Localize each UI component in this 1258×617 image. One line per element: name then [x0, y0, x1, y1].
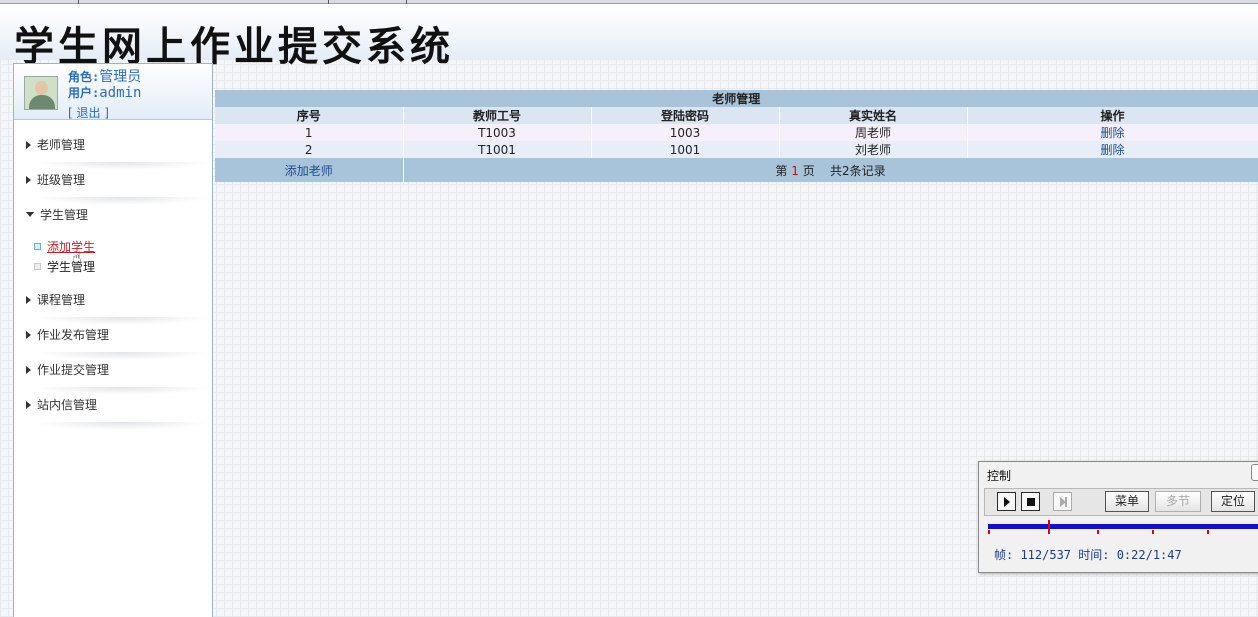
user-info-box: 角色:管理员 用户:admin [ 退出 ]: [14, 64, 212, 120]
pager-page-number[interactable]: 1: [791, 164, 799, 178]
chevron-right-icon: [26, 176, 31, 184]
sidebar-item-label: 班级管理: [37, 173, 86, 187]
cell-no: 1: [215, 124, 404, 141]
avatar-body-icon: [29, 95, 55, 109]
sidebar-item-label: 老师管理: [37, 138, 86, 152]
sidebar-item-label: 课程管理: [37, 293, 86, 307]
delete-link[interactable]: 删除: [1100, 143, 1124, 157]
sidebar-item-message[interactable]: 站内信管理: [26, 396, 212, 430]
sidebar-item-class[interactable]: 班级管理: [26, 171, 212, 205]
divider: [32, 317, 212, 325]
sidebar-item-label: 站内信管理: [37, 398, 98, 412]
timeline-tick: [988, 530, 990, 534]
menu-button[interactable]: 菜单: [1105, 491, 1149, 512]
sidebar-item-assignment-submit[interactable]: 作业提交管理: [26, 361, 212, 395]
pager-total: 共2条记录: [829, 163, 886, 178]
playback-control-panel: 控制 菜单 多节 定位 帧: 112/537 时间: 0:22/1:47: [978, 461, 1258, 573]
control-toolbar: 菜单 多节 定位: [984, 488, 1258, 516]
sidebar-item-student[interactable]: 学生管理: [26, 206, 212, 230]
column-header: 序号: [215, 107, 404, 124]
table-row: 1 T1003 1003 周老师 删除: [215, 124, 1258, 141]
sidebar-item-label: 学生管理: [40, 208, 89, 222]
column-header: 真实姓名: [779, 107, 968, 124]
column-header: 操作: [967, 107, 1258, 124]
divider: [32, 387, 212, 395]
cell-teacher-id: T1001: [403, 141, 592, 158]
pager-suffix: 页: [802, 163, 815, 178]
user-line: 用户:admin: [68, 84, 141, 101]
play-icon: [1004, 497, 1010, 507]
header-banner: 学生网上作业提交系统: [0, 4, 1258, 70]
stop-icon: [1027, 498, 1035, 506]
sub-item-student-manage[interactable]: 学生管理: [34, 258, 95, 275]
cell-name: 周老师: [779, 124, 968, 141]
sub-item-add-student[interactable]: 添加学生: [34, 238, 95, 255]
username-value: admin: [99, 85, 142, 101]
sub-item-label: 学生管理: [47, 260, 96, 274]
chevron-down-icon: [26, 212, 34, 217]
table-footer-row: 添加老师 第 1 页 共2条记录: [215, 158, 1258, 182]
progress-timeline[interactable]: [988, 524, 1258, 529]
bullet-icon: [34, 243, 41, 250]
multi-section-button[interactable]: 多节: [1155, 491, 1201, 512]
timeline-tick: [1097, 530, 1099, 534]
chevron-right-icon: [26, 331, 31, 339]
cell-password: 1001: [591, 141, 780, 158]
teacher-table: 老师管理 序号 教师工号 登陆密码 真实姓名 操作 1 T1003 1003 周…: [215, 90, 1258, 182]
sidebar-item-label: 作业提交管理: [37, 363, 110, 377]
divider: [32, 162, 212, 170]
sidebar-item-label: 作业发布管理: [37, 328, 110, 342]
divider: [32, 352, 212, 360]
sidebar: 角色:管理员 用户:admin [ 退出 ] 老师管理 班级管理 学生管理 添加…: [13, 63, 213, 617]
role-line: 角色:管理员: [68, 66, 141, 86]
role-value: 管理员: [99, 69, 142, 85]
table-row: 2 T1001 1001 刘老师 删除: [215, 141, 1258, 158]
frame-time-readout: 帧: 112/537 时间: 0:22/1:47: [994, 548, 1182, 562]
cell-no: 2: [215, 141, 404, 158]
sidebar-item-assignment-publish[interactable]: 作业发布管理: [26, 326, 212, 360]
divider: [32, 197, 212, 205]
table-caption-row: 老师管理: [215, 90, 1258, 107]
stop-button[interactable]: [1021, 492, 1040, 511]
timeline-tick: [1207, 530, 1209, 534]
close-icon[interactable]: [1251, 464, 1258, 481]
sidebar-item-course[interactable]: 课程管理: [26, 291, 212, 325]
column-header: 教师工号: [403, 107, 592, 124]
add-teacher-link[interactable]: 添加老师: [285, 164, 333, 178]
role-label: 角色:: [68, 70, 100, 84]
avatar-head-icon: [35, 81, 48, 95]
user-label: 用户:: [68, 86, 100, 100]
bullet-icon: [34, 263, 41, 270]
cell-password: 1003: [591, 124, 780, 141]
next-frame-bar: [1065, 497, 1067, 507]
chevron-right-icon: [26, 401, 31, 409]
control-panel-title: 控制: [987, 469, 1012, 483]
cell-teacher-id: T1003: [403, 124, 592, 141]
pager: 第 1 页 共2条记录: [403, 158, 1258, 182]
hand-cursor-icon: ☝: [72, 248, 82, 267]
divider: [32, 422, 212, 430]
delete-link[interactable]: 删除: [1100, 126, 1124, 140]
logout-link[interactable]: [ 退出 ]: [68, 104, 109, 121]
cell-name: 刘老师: [779, 141, 968, 158]
avatar: [24, 76, 58, 110]
progress-playhead[interactable]: [1047, 520, 1050, 534]
chevron-right-icon: [26, 141, 31, 149]
chevron-right-icon: [26, 366, 31, 374]
sub-item-label: 添加学生: [47, 240, 96, 254]
play-button[interactable]: [997, 492, 1016, 511]
table-header-row: 序号 教师工号 登陆密码 真实姓名 操作: [215, 107, 1258, 124]
column-header: 登陆密码: [591, 107, 780, 124]
sidebar-item-teacher[interactable]: 老师管理: [26, 136, 212, 170]
locate-button[interactable]: 定位: [1211, 491, 1255, 512]
table-caption: 老师管理: [215, 90, 1258, 107]
chevron-right-icon: [26, 296, 31, 304]
timeline-tick: [1152, 530, 1154, 534]
pager-prefix: 第: [775, 163, 788, 178]
next-frame-button[interactable]: [1053, 492, 1072, 511]
